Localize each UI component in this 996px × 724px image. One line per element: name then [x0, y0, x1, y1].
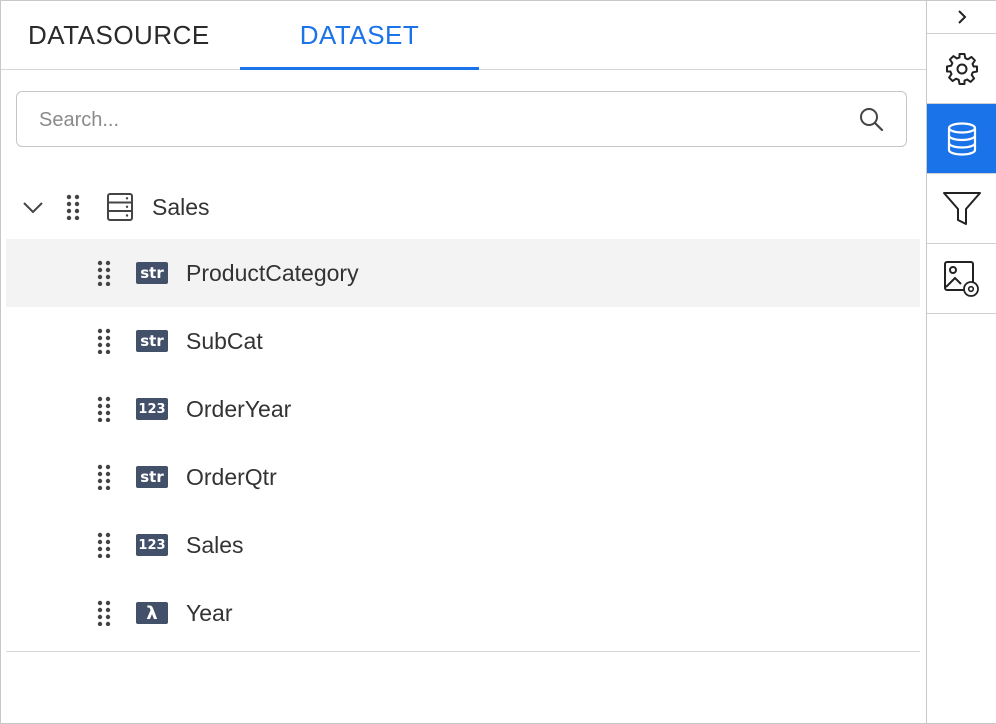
- drag-handle-icon[interactable]: [97, 600, 111, 626]
- calculated-field-badge: λ: [136, 602, 168, 624]
- filter-button[interactable]: [927, 174, 996, 244]
- field-label: OrderYear: [186, 395, 292, 422]
- string-type-badge: str: [136, 466, 168, 488]
- field-label: ProductCategory: [186, 259, 359, 286]
- tree-divider: [6, 651, 920, 652]
- number-type-badge: 123: [136, 534, 168, 556]
- drag-handle-icon[interactable]: [97, 328, 111, 354]
- drag-handle-icon[interactable]: [97, 464, 111, 490]
- string-type-badge: str: [136, 330, 168, 352]
- data-button[interactable]: [927, 104, 996, 174]
- string-type-badge: str: [136, 262, 168, 284]
- field-item[interactable]: λ Year: [6, 579, 920, 647]
- image-settings-icon: [943, 260, 979, 297]
- drag-handle-icon[interactable]: [97, 532, 111, 558]
- field-tree: Sales str ProductCategory str SubCat 123…: [6, 175, 920, 647]
- tree-root-sales[interactable]: Sales: [6, 175, 920, 239]
- drag-handle-icon[interactable]: [97, 396, 111, 422]
- field-label: Year: [186, 599, 233, 626]
- tree-root-label: Sales: [152, 193, 210, 220]
- field-item[interactable]: 123 Sales: [6, 511, 920, 579]
- field-label: Sales: [186, 531, 244, 558]
- chevron-down-icon[interactable]: [22, 196, 44, 218]
- properties-panel: DATASOURCE DATASET Search... Sales str P…: [0, 0, 996, 724]
- search-box: [16, 91, 907, 148]
- expand-button[interactable]: [927, 1, 996, 34]
- tab-bar: DATASOURCE DATASET: [1, 1, 926, 70]
- filter-icon: [942, 191, 981, 225]
- search-icon[interactable]: [858, 106, 884, 132]
- database-icon: [947, 121, 976, 156]
- image-settings-button[interactable]: [927, 244, 996, 314]
- settings-button[interactable]: [927, 34, 996, 104]
- search-input[interactable]: [37, 92, 841, 148]
- chevron-right-icon: [957, 10, 966, 24]
- tab-dataset[interactable]: DATASET: [240, 1, 479, 70]
- field-item[interactable]: str ProductCategory: [6, 239, 920, 307]
- table-icon: [107, 193, 133, 221]
- field-label: OrderQtr: [186, 463, 277, 490]
- number-type-badge: 123: [136, 398, 168, 420]
- drag-handle-icon[interactable]: [66, 194, 80, 220]
- field-item[interactable]: 123 OrderYear: [6, 375, 920, 443]
- tab-datasource[interactable]: DATASOURCE: [1, 1, 240, 69]
- field-label: SubCat: [186, 327, 263, 354]
- right-toolbar: [926, 1, 996, 723]
- gear-icon: [945, 52, 978, 85]
- drag-handle-icon[interactable]: [97, 260, 111, 286]
- field-item[interactable]: str OrderQtr: [6, 443, 920, 511]
- data-panel: DATASOURCE DATASET Search... Sales str P…: [1, 1, 926, 723]
- field-item[interactable]: str SubCat: [6, 307, 920, 375]
